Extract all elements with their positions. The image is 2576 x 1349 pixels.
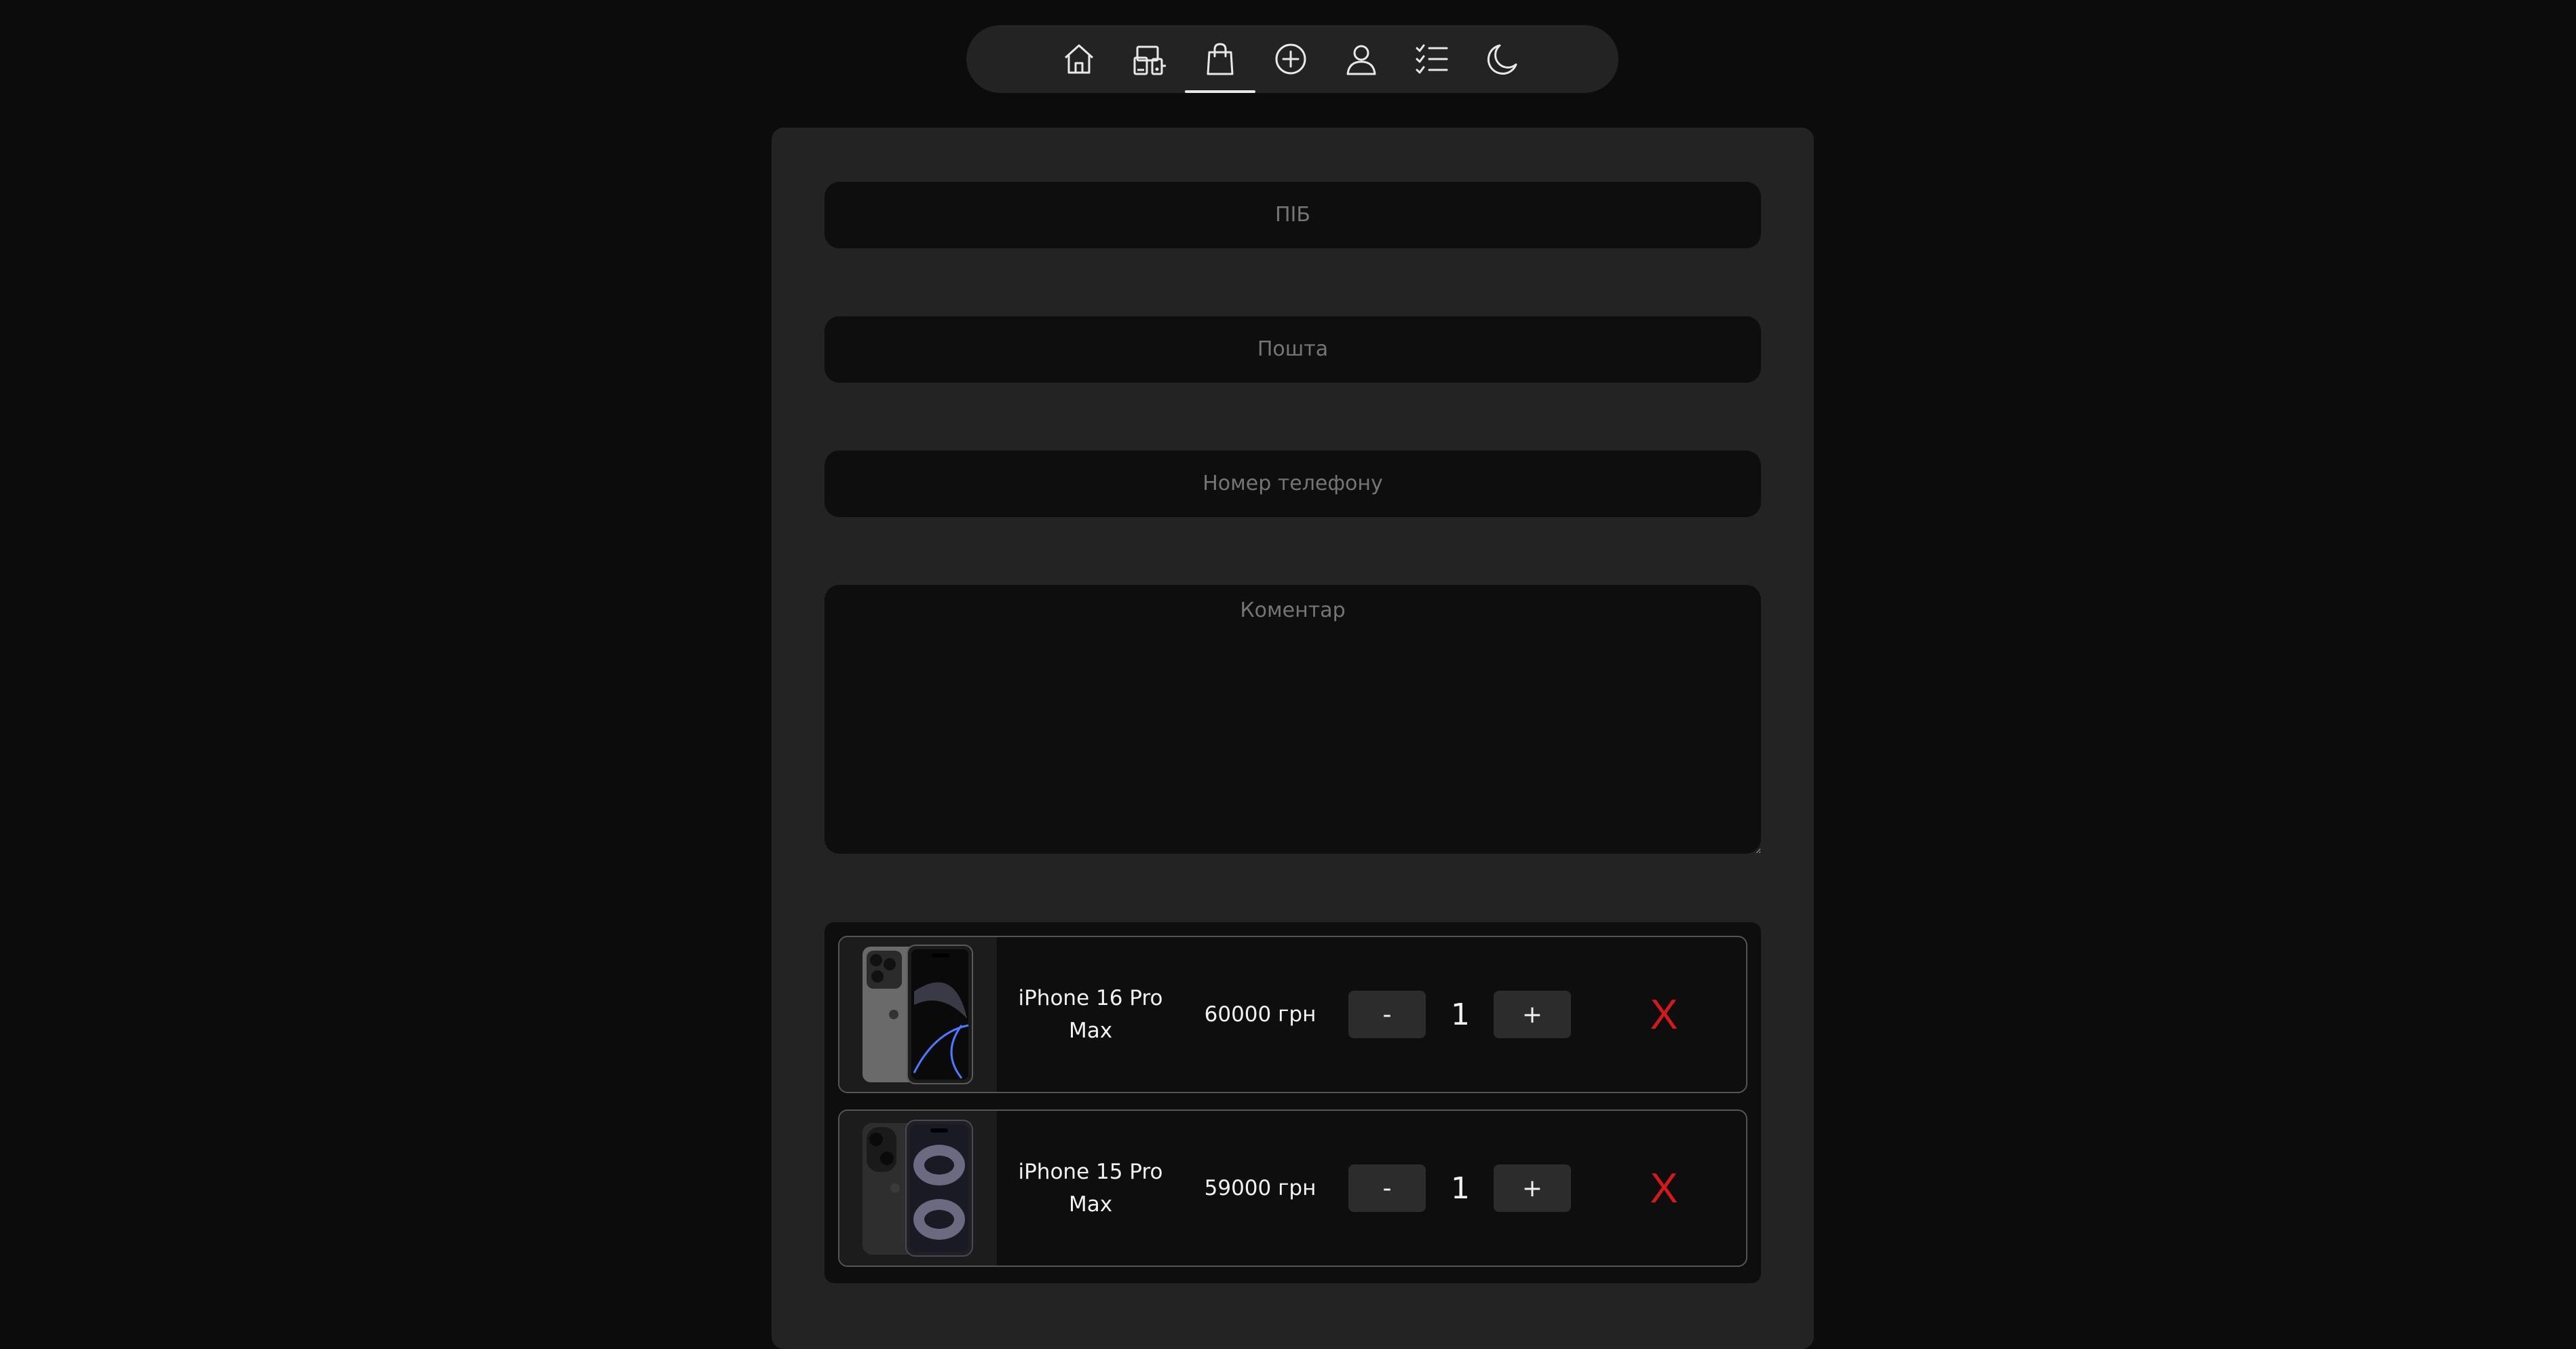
plus-circle-icon: [1275, 43, 1306, 75]
nav-orders[interactable]: [1397, 25, 1467, 93]
moon-icon: [1487, 44, 1517, 75]
remove-item-button[interactable]: X: [1637, 1161, 1691, 1215]
nav-theme-toggle[interactable]: [1467, 25, 1538, 93]
nav-profile[interactable]: [1326, 25, 1397, 93]
cart-list: iPhone 16 Pro Max 60000 грн - 1 + X iPho…: [825, 922, 1761, 1283]
product-name: iPhone 15 Pro Max: [1018, 1160, 1163, 1217]
increase-quantity-button[interactable]: +: [1494, 1164, 1571, 1212]
user-icon: [1346, 45, 1376, 75]
product-price: 60000 грн: [1204, 1002, 1317, 1027]
quantity-value: 1: [1451, 1171, 1470, 1206]
top-navbar: [966, 25, 1618, 93]
cart-item: iPhone 15 Pro Max 59000 грн - 1 + X: [838, 1109, 1747, 1267]
phone-field[interactable]: [825, 451, 1761, 517]
order-panel: iPhone 16 Pro Max 60000 грн - 1 + X: [772, 128, 1814, 1349]
full-name-field[interactable]: [825, 182, 1761, 248]
devices-icon: [1133, 45, 1166, 75]
cart-item: iPhone 16 Pro Max 60000 грн - 1 + X: [838, 936, 1747, 1093]
product-price: 59000 грн: [1204, 1176, 1317, 1200]
iphone-16-pro-max-image: [839, 937, 997, 1092]
comment-field[interactable]: [825, 585, 1761, 854]
shopping-bag-icon: [1207, 43, 1234, 75]
nav-devices[interactable]: [1114, 25, 1185, 93]
increase-quantity-button[interactable]: +: [1494, 991, 1571, 1038]
decrease-quantity-button[interactable]: -: [1348, 991, 1426, 1038]
nav-add[interactable]: [1255, 25, 1326, 93]
remove-item-button[interactable]: X: [1637, 987, 1691, 1042]
home-icon: [1064, 44, 1094, 74]
product-name: iPhone 16 Pro Max: [1018, 986, 1163, 1043]
nav-cart[interactable]: [1185, 25, 1255, 93]
email-field[interactable]: [825, 316, 1761, 383]
nav-home[interactable]: [1044, 25, 1114, 93]
checklist-icon: [1416, 44, 1448, 74]
quantity-value: 1: [1451, 997, 1470, 1032]
decrease-quantity-button[interactable]: -: [1348, 1164, 1426, 1212]
iphone-15-pro-max-image: [839, 1111, 997, 1266]
